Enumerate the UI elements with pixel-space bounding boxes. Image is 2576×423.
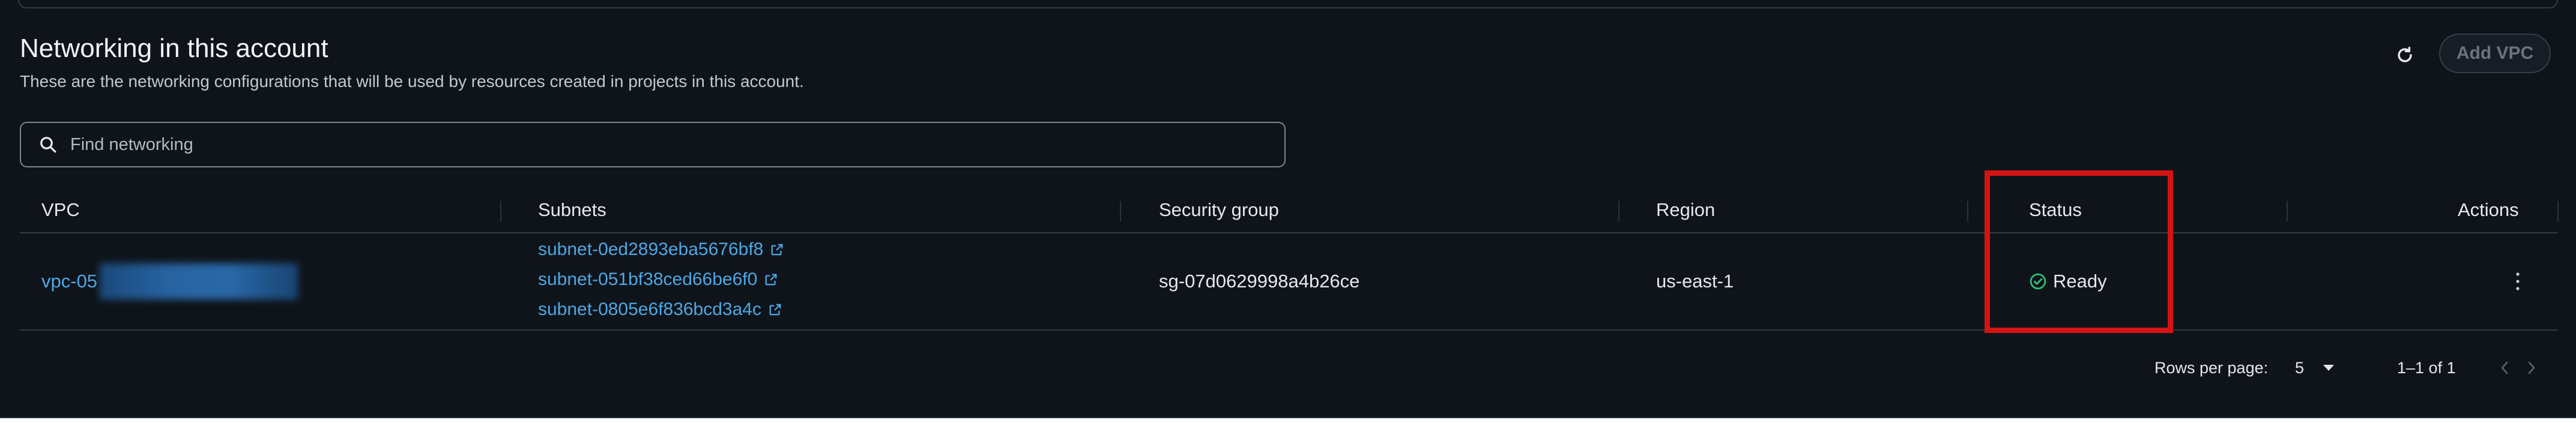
column-header-subnets[interactable]: Subnets — [538, 188, 606, 232]
more-vertical-icon — [2516, 272, 2520, 290]
redacted-vpc-id — [100, 263, 298, 299]
column-divider[interactable] — [1120, 201, 1121, 221]
rows-per-page-label: Rows per page: — [2154, 358, 2269, 377]
security-group-cell: sg-07d0629998a4b26ce — [1159, 271, 1360, 292]
table-header: VPC Subnets Security group Region Status… — [20, 188, 2559, 233]
section-title: Networking in this account — [20, 34, 328, 63]
rows-per-page-value: 5 — [2295, 358, 2305, 377]
subnet-link[interactable]: subnet-0ed2893eba5676bf8 — [538, 236, 784, 263]
chevron-right-icon — [2528, 361, 2535, 374]
subnet-label: subnet-0805e6f836bcd3a4c — [538, 299, 761, 319]
previous-card-edge — [18, 0, 2558, 8]
refresh-button[interactable] — [2393, 43, 2417, 67]
rows-per-page-select[interactable]: 5 — [2295, 354, 2335, 382]
table-row: vpc-05 subnet-0ed2893eba5676bf8 subnet-0… — [20, 233, 2558, 331]
vpc-cell: vpc-05 — [41, 233, 298, 329]
caret-down-icon — [2323, 365, 2335, 371]
column-header-security-group[interactable]: Security group — [1159, 188, 1279, 232]
subnet-list: subnet-0ed2893eba5676bf8 subnet-051bf38c… — [538, 236, 784, 323]
chevron-left-icon — [2501, 361, 2508, 374]
column-divider[interactable] — [500, 201, 501, 221]
row-actions-button[interactable] — [2506, 233, 2530, 329]
region-cell: us-east-1 — [1656, 271, 1734, 292]
column-divider[interactable] — [1967, 201, 1968, 221]
next-page-button[interactable] — [2526, 354, 2537, 382]
external-link-icon — [771, 244, 783, 256]
pagination-range: 1–1 of 1 — [2397, 358, 2456, 377]
search-field[interactable] — [20, 122, 1286, 167]
subnet-label: subnet-051bf38ced66be6f0 — [538, 269, 758, 289]
column-header-actions: Actions — [2458, 199, 2519, 220]
subnet-label: subnet-0ed2893eba5676bf8 — [538, 239, 764, 259]
search-input[interactable] — [69, 134, 1212, 155]
section-subtitle: These are the networking configurations … — [20, 72, 804, 91]
external-link-icon — [769, 304, 781, 316]
subnet-link[interactable]: subnet-051bf38ced66be6f0 — [538, 266, 784, 293]
previous-page-button[interactable] — [2499, 354, 2510, 382]
status-highlight-box — [1985, 170, 2173, 333]
add-vpc-button[interactable]: Add VPC — [2439, 34, 2551, 73]
column-divider[interactable] — [1618, 201, 1619, 221]
external-link-icon — [765, 274, 777, 286]
column-header-region[interactable]: Region — [1656, 188, 1715, 232]
vpc-link[interactable]: vpc-05 — [41, 271, 97, 292]
networking-panel: Networking in this account These are the… — [0, 0, 2576, 418]
search-icon — [40, 137, 56, 153]
refresh-icon — [2398, 46, 2412, 62]
column-divider[interactable] — [2287, 201, 2288, 221]
column-header-vpc[interactable]: VPC — [41, 188, 80, 232]
column-divider[interactable] — [2557, 201, 2559, 221]
subnet-link[interactable]: subnet-0805e6f836bcd3a4c — [538, 296, 784, 323]
